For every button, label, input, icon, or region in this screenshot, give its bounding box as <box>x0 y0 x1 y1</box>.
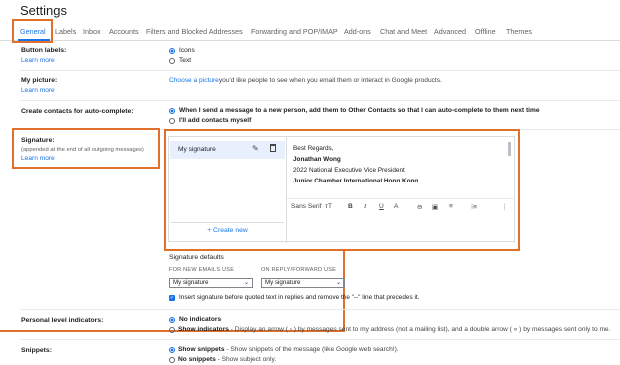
personal-indicators-label: Personal level indicators: <box>21 317 104 324</box>
annotation-connector <box>343 251 345 332</box>
new-emails-label: FOR NEW EMAILS USE <box>169 267 235 273</box>
reply-forward-signature-select[interactable]: My signature ⌄ <box>261 278 345 288</box>
tab-accounts[interactable]: Accounts <box>109 27 139 36</box>
settings-tabs: General Labels Inbox Accounts Filters an… <box>0 24 620 41</box>
show-indicators-option[interactable]: Show indicators - Display an arrow ( › )… <box>169 326 610 333</box>
checkbox-checked-icon[interactable]: ✓ <box>169 294 175 301</box>
radio-selected-icon[interactable] <box>169 107 175 114</box>
no-snippets-option[interactable]: No snippets - Show subject only. <box>169 356 276 363</box>
button-labels-learn-more[interactable]: Learn more <box>21 57 55 64</box>
radio-icon[interactable] <box>169 117 175 124</box>
my-picture-learn-more[interactable]: Learn more <box>21 87 55 94</box>
chevron-down-icon: ⌄ <box>243 279 249 286</box>
contacts-manual-option[interactable]: I'll add contacts myself <box>169 117 251 124</box>
radio-icon[interactable] <box>169 356 175 363</box>
tab-addons[interactable]: Add-ons <box>344 27 371 36</box>
new-emails-signature-select[interactable]: My signature ⌄ <box>169 278 253 288</box>
divider <box>20 100 620 101</box>
divider <box>20 70 620 71</box>
radio-selected-icon[interactable] <box>169 316 175 323</box>
reply-forward-label: ON REPLY/FORWARD USE <box>261 267 337 273</box>
choose-picture-link[interactable]: Choose a picture <box>169 77 219 84</box>
my-picture-row: Choose a picture you'd like people to se… <box>169 77 442 84</box>
tab-offline[interactable]: Offline <box>475 27 496 36</box>
tab-filters[interactable]: Filters and Blocked Addresses <box>146 27 243 36</box>
tab-forwarding[interactable]: Forwarding and POP/IMAP <box>251 27 338 36</box>
insert-signature-option[interactable]: ✓ Insert signature before quoted text in … <box>169 294 419 301</box>
page-title: Settings <box>20 3 67 18</box>
no-indicators-option[interactable]: No indicators <box>169 316 221 323</box>
tab-inbox[interactable]: Inbox <box>83 27 101 36</box>
divider <box>20 309 620 310</box>
signature-defaults-title: Signature defaults <box>169 254 224 261</box>
button-labels-text-option[interactable]: Text <box>169 57 191 64</box>
radio-icon[interactable] <box>169 57 175 64</box>
button-labels-label: Button labels: <box>21 47 67 54</box>
my-picture-label: My picture: <box>21 77 58 84</box>
my-picture-text: you'd like people to see when you email … <box>218 77 442 84</box>
tab-chat-meet[interactable]: Chat and Meet <box>380 27 427 36</box>
snippets-label: Snippets: <box>21 347 52 354</box>
tab-advanced[interactable]: Advanced <box>434 27 466 36</box>
chevron-down-icon: ⌄ <box>335 279 341 286</box>
contacts-label: Create contacts for auto-complete: <box>21 108 134 115</box>
signature-editor-highlight-box <box>164 129 520 251</box>
tab-themes[interactable]: Themes <box>506 27 532 36</box>
radio-selected-icon[interactable] <box>169 47 175 54</box>
show-snippets-option[interactable]: Show snippets - Show snippets of the mes… <box>169 346 399 353</box>
radio-icon[interactable] <box>169 326 175 333</box>
button-labels-icons-option[interactable]: Icons <box>169 47 195 54</box>
contacts-auto-option[interactable]: When I send a message to a new person, a… <box>169 107 540 114</box>
tab-labels[interactable]: Labels <box>55 27 76 36</box>
radio-selected-icon[interactable] <box>169 346 175 353</box>
signature-label-highlight-box <box>12 128 160 169</box>
divider <box>20 339 620 340</box>
tab-highlight-box <box>12 19 53 43</box>
